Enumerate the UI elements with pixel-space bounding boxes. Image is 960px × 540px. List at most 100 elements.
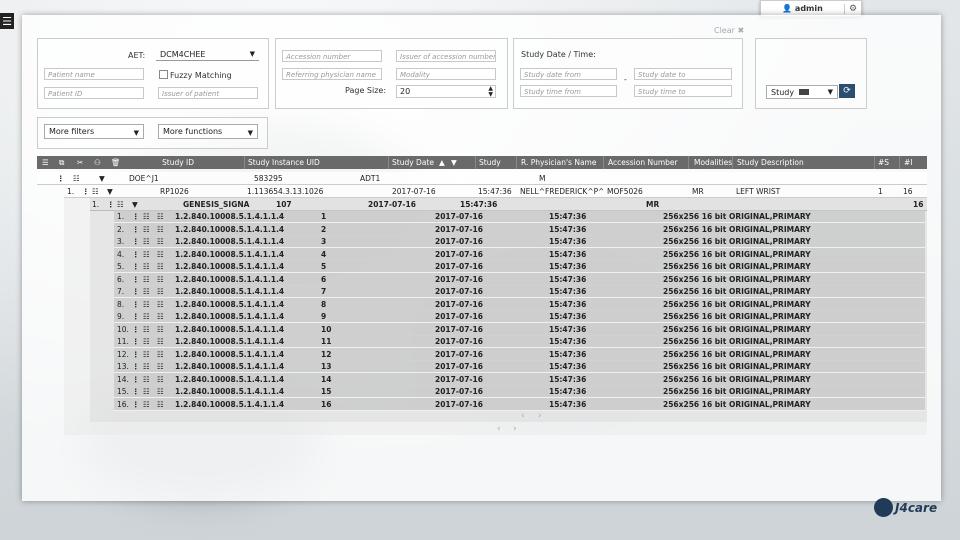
image-icon[interactable]: ☷ — [157, 400, 164, 409]
col-series-count[interactable]: #S — [878, 158, 889, 167]
patient-name-input[interactable]: Patient name — [44, 68, 144, 80]
issuer-patient-input[interactable]: Issuer of patient — [158, 87, 258, 99]
clear-button[interactable]: Clear ✖ — [714, 26, 744, 35]
date-to-input[interactable]: Study date to — [634, 68, 732, 80]
patient-id-input[interactable]: Patient ID — [44, 87, 144, 99]
date-from-input[interactable]: Study date from — [520, 68, 617, 80]
gear-icon[interactable]: ⚙ — [844, 3, 861, 14]
sort-asc-icon[interactable]: ▲ — [439, 158, 445, 167]
series-pager-next-icon[interactable]: › — [538, 411, 542, 421]
merge-icon[interactable]: ⚇ — [94, 158, 101, 167]
actions-icon[interactable]: ⋮ — [132, 375, 140, 384]
actions-icon[interactable]: ⋮ — [132, 262, 140, 271]
actions-icon[interactable]: ⋮ — [82, 187, 90, 196]
instance-row[interactable]: 8. ⋮ ☷ ☷ 1.2.840.10008.5.1.4.1.1.4 8 2017-07-1… — [114, 297, 925, 311]
actions-icon[interactable]: ⋮ — [132, 400, 140, 409]
image-icon[interactable]: ☷ — [157, 350, 164, 359]
list-icon[interactable]: ☷ — [143, 287, 150, 296]
instance-row[interactable]: 12. ⋮ ☷ ☷ 1.2.840.10008.5.1.4.1.1.4 12 2017-07… — [114, 347, 925, 361]
list-icon[interactable]: ☷ — [143, 262, 150, 271]
col-study-id[interactable]: Study ID — [162, 158, 194, 167]
list-icon[interactable]: ☷ — [143, 387, 150, 396]
instance-row[interactable]: 7. ⋮ ☷ ☷ 1.2.840.10008.5.1.4.1.1.4 7 2017-07-1… — [114, 285, 925, 298]
actions-icon[interactable]: ⋮ — [132, 362, 140, 371]
instance-row[interactable]: 4. ⋮ ☷ ☷ 1.2.840.10008.5.1.4.1.1.4 4 2017-07-1… — [114, 247, 925, 261]
col-study-time[interactable]: Study — [479, 158, 501, 167]
actions-icon[interactable]: ⋮ — [132, 287, 140, 296]
instance-row[interactable]: 5. ⋮ ☷ ☷ 1.2.840.10008.5.1.4.1.1.4 5 2017-07-1… — [114, 260, 925, 273]
copy-icon[interactable]: ⧉ — [59, 158, 64, 168]
more-functions-select[interactable]: More functions ▼ — [158, 124, 258, 139]
list-icon[interactable]: ☷ — [73, 174, 80, 183]
actions-icon[interactable]: ⋮ — [132, 225, 140, 234]
col-accession[interactable]: Accession Number — [608, 158, 678, 167]
page-size-input[interactable]: 20 ▲ ▼ — [396, 85, 496, 98]
list-icon[interactable]: ☷ — [143, 312, 150, 321]
more-filters-select[interactable]: More filters ▼ — [44, 124, 144, 139]
image-icon[interactable]: ☷ — [157, 337, 164, 346]
modality-input[interactable]: Modality — [396, 68, 496, 80]
image-icon[interactable]: ☷ — [157, 387, 164, 396]
list-icon[interactable]: ☷ — [143, 325, 150, 334]
actions-icon[interactable]: ⋮ — [132, 337, 140, 346]
series-pager-prev-icon[interactable]: ‹ — [521, 411, 525, 421]
instance-row[interactable]: 13. ⋮ ☷ ☷ 1.2.840.10008.5.1.4.1.1.4 13 2017-07… — [114, 360, 925, 373]
list-icon[interactable]: ☷ — [117, 200, 124, 209]
actions-icon[interactable]: ⋮ — [132, 300, 140, 309]
main-menu-icon[interactable]: ☰ — [0, 13, 14, 29]
actions-icon[interactable]: ⋮ — [107, 200, 115, 209]
image-icon[interactable]: ☷ — [157, 300, 164, 309]
trash-icon[interactable]: 🗑 — [111, 158, 121, 167]
collapse-icon[interactable]: ▼ — [107, 187, 113, 196]
actions-icon[interactable]: ⋮ — [132, 325, 140, 334]
list-icon[interactable]: ☷ — [143, 250, 150, 259]
referring-physician-input[interactable]: Referring physician name — [282, 68, 382, 80]
list-icon[interactable]: ☷ — [143, 400, 150, 409]
image-icon[interactable]: ☷ — [157, 250, 164, 259]
instance-row[interactable]: 3. ⋮ ☷ ☷ 1.2.840.10008.5.1.4.1.1.4 3 2017-07-1… — [114, 235, 925, 248]
list-icon[interactable]: ☷ — [143, 212, 150, 221]
actions-icon[interactable]: ⋮ — [132, 387, 140, 396]
issuer-accession-input[interactable]: Issuer of accession number — [396, 50, 496, 62]
stepper-icon[interactable]: ▲ ▼ — [488, 86, 493, 97]
sort-desc-icon[interactable]: ▼ — [451, 158, 457, 167]
actions-icon[interactable]: ⋮ — [132, 312, 140, 321]
instance-row[interactable]: 11. ⋮ ☷ ☷ 1.2.840.10008.5.1.4.1.1.4 11 2017-07… — [114, 335, 925, 348]
instance-row[interactable]: 10. ⋮ ☷ ☷ 1.2.840.10008.5.1.4.1.1.4 10 2017-07… — [114, 322, 925, 336]
time-to-input[interactable]: Study time to — [634, 85, 732, 97]
patient-row[interactable]: ⋮ ☷ ▼ DOE^J1 583295 ADT1 M — [37, 172, 927, 185]
actions-icon[interactable]: ⋮ — [132, 250, 140, 259]
image-icon[interactable]: ☷ — [157, 225, 164, 234]
image-icon[interactable]: ☷ — [157, 212, 164, 221]
instance-row[interactable]: 6. ⋮ ☷ ☷ 1.2.840.10008.5.1.4.1.1.4 6 2017-07-1… — [114, 272, 925, 286]
actions-icon[interactable]: ⋮ — [57, 174, 65, 183]
refresh-button[interactable]: ⟳ — [839, 84, 855, 98]
level-select[interactable]: Study ▼ — [766, 85, 838, 99]
list-icon[interactable]: ☷ — [143, 362, 150, 371]
list-icon[interactable]: ☷ — [143, 275, 150, 284]
instance-row[interactable]: 1. ⋮ ☷ ☷ 1.2.840.10008.5.1.4.1.1.4 1 2017-07-1… — [114, 210, 925, 223]
col-physician[interactable]: R. Physician's Name — [521, 158, 596, 167]
fuzzy-checkbox[interactable] — [159, 70, 168, 79]
instance-row[interactable]: 16. ⋮ ☷ ☷ 1.2.840.10008.5.1.4.1.1.4 16 2017-07… — [114, 397, 925, 411]
list-icon[interactable]: ☷ — [143, 300, 150, 309]
time-from-input[interactable]: Study time from — [520, 85, 617, 97]
image-icon[interactable]: ☷ — [157, 237, 164, 246]
aet-select[interactable]: DCM4CHEE ▼ — [156, 49, 259, 61]
instance-row[interactable]: 15. ⋮ ☷ ☷ 1.2.840.10008.5.1.4.1.1.4 15 2017-07… — [114, 385, 925, 398]
study-pager-next-icon[interactable]: › — [513, 424, 517, 434]
toggle-icon[interactable]: ☰ — [42, 158, 49, 167]
image-icon[interactable]: ☷ — [157, 325, 164, 334]
image-icon[interactable]: ☷ — [157, 287, 164, 296]
study-pager-prev-icon[interactable]: ‹ — [497, 424, 501, 434]
col-modalities[interactable]: Modalities — [694, 158, 732, 167]
cut-icon[interactable]: ✂ — [77, 158, 83, 167]
collapse-icon[interactable]: ▼ — [99, 174, 105, 183]
col-instance-count[interactable]: #I — [904, 158, 913, 167]
image-icon[interactable]: ☷ — [157, 312, 164, 321]
image-icon[interactable]: ☷ — [157, 275, 164, 284]
col-description[interactable]: Study Description — [737, 158, 804, 167]
list-icon[interactable]: ☷ — [143, 375, 150, 384]
list-icon[interactable]: ☷ — [143, 350, 150, 359]
col-study-date[interactable]: Study Date — [392, 158, 434, 167]
